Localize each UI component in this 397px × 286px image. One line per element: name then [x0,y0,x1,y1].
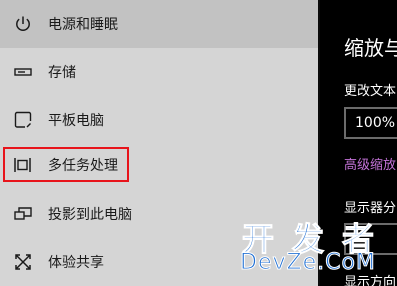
change-text-size-label: 更改文本 [344,84,397,99]
sidebar-item-label: 体验共享 [48,255,104,271]
project-to-pc-icon [13,204,33,224]
sidebar-item-label: 投影到此电脑 [48,207,132,223]
sidebar-item-label: 存储 [48,65,76,81]
shared-experiences-icon [13,252,33,272]
resolution-dropdown[interactable] [344,223,397,255]
sidebar-item-label: 多任务处理 [48,158,118,174]
display-resolution-label: 显示器分 [344,201,397,216]
sidebar-item-tablet[interactable]: 平板电脑 [0,96,318,144]
sidebar-item-power-sleep[interactable]: 电源和睡眠 [0,0,318,48]
storage-icon [13,62,33,82]
display-orientation-label: 显示方向 [344,275,397,286]
advanced-scaling-link[interactable]: 高级缩放 [344,154,396,173]
section-title: 缩放与 [344,36,397,60]
sidebar-item-shared-experiences[interactable]: 体验共享 [0,238,318,286]
sidebar-item-project-to-pc[interactable]: 投影到此电脑 [0,190,318,238]
sidebar-item-label: 电源和睡眠 [48,17,118,33]
settings-content-pane: 缩放与 更改文本 100% 高级缩放 显示器分 显示方向 [320,0,397,286]
settings-sidebar: 电源和睡眠 存储 平板电脑 多任务处理 投影到此电脑 体验共享 [0,0,318,286]
scale-dropdown[interactable]: 100% [344,107,397,139]
sidebar-item-label: 平板电脑 [48,113,104,129]
sidebar-item-multitasking[interactable]: 多任务处理 [0,141,318,189]
tablet-mode-icon [13,110,33,130]
power-icon [13,14,33,34]
multitasking-icon [13,155,33,175]
scale-dropdown-value: 100% [355,115,396,131]
sidebar-item-storage[interactable]: 存储 [0,48,318,96]
